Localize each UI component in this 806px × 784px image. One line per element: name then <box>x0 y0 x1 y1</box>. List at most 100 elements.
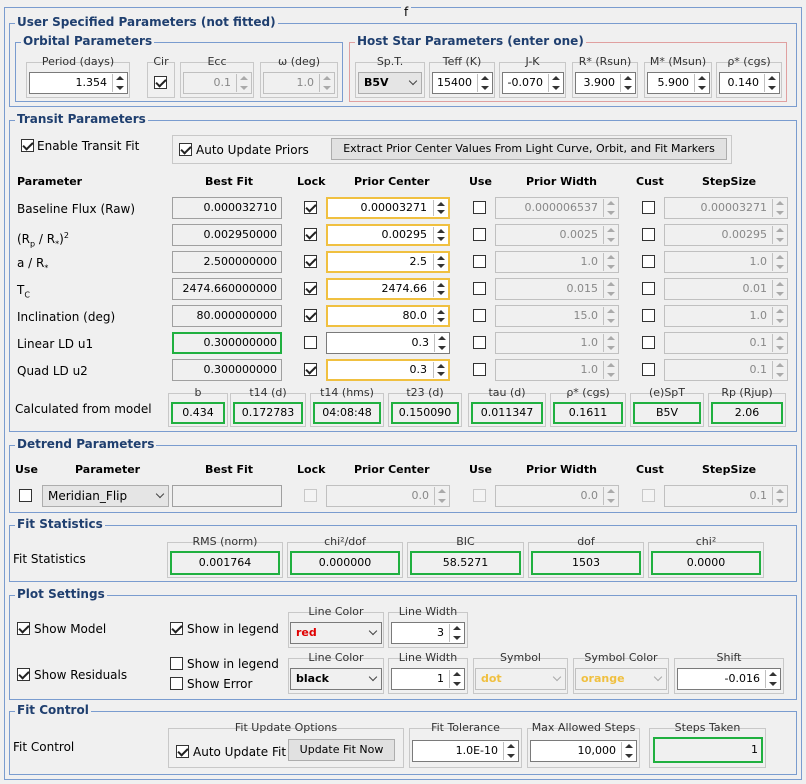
teff-spinner[interactable] <box>477 74 491 92</box>
ecc-spinner[interactable] <box>236 74 250 92</box>
prior-width-input[interactable]: 1.0 <box>495 359 619 381</box>
period-input[interactable]: 1.354 <box>29 72 128 94</box>
shift-input[interactable]: -0.016 <box>677 668 781 690</box>
residual-legend-checkbox[interactable] <box>170 657 183 670</box>
symbol-select[interactable]: dot <box>475 668 566 690</box>
show-model-checkbox[interactable] <box>17 622 30 635</box>
cust-checkbox[interactable] <box>642 336 655 349</box>
detrend-cust-checkbox[interactable] <box>642 489 655 502</box>
prior-width-spinner[interactable] <box>603 280 617 298</box>
detrend-width-spinner[interactable] <box>603 487 617 505</box>
prior-center-input[interactable]: 80.0 <box>326 305 450 327</box>
prior-center-input[interactable]: 0.00295 <box>326 224 450 246</box>
stepsize-input[interactable]: 0.00003271 <box>664 197 788 219</box>
stepsize-spinner[interactable] <box>772 361 786 379</box>
prior-width-spinner[interactable] <box>603 307 617 325</box>
prior-width-spinner[interactable] <box>603 253 617 271</box>
prior-width-input[interactable]: 15.0 <box>495 305 619 327</box>
detrend-param-select[interactable]: Meridian_Flip <box>42 485 169 507</box>
prior-width-input[interactable]: 0.000006537 <box>495 197 619 219</box>
prior-width-spinner[interactable] <box>603 361 617 379</box>
jk-input[interactable]: -0.070 <box>502 72 564 94</box>
stepsize-input[interactable]: 0.01 <box>664 278 788 300</box>
prior-width-spinner[interactable] <box>603 199 617 217</box>
use-checkbox[interactable] <box>473 255 486 268</box>
lock-checkbox[interactable] <box>304 255 317 268</box>
omega-spinner[interactable] <box>319 74 333 92</box>
show-error-checkbox[interactable] <box>170 677 183 690</box>
use-checkbox[interactable] <box>473 336 486 349</box>
use-checkbox[interactable] <box>473 201 486 214</box>
max-steps-spinner[interactable] <box>621 742 635 760</box>
prior-center-spinner[interactable] <box>433 281 447 297</box>
cust-checkbox[interactable] <box>642 201 655 214</box>
use-checkbox[interactable] <box>473 282 486 295</box>
prior-center-input[interactable]: 0.3 <box>326 332 450 354</box>
detrend-lock-checkbox[interactable] <box>304 489 317 502</box>
detrend-prior-width-input[interactable]: 0.0 <box>495 485 619 507</box>
prior-width-input[interactable]: 1.0 <box>495 332 619 354</box>
teff-input[interactable]: 15400 <box>432 72 493 94</box>
prior-center-spinner[interactable] <box>433 227 447 243</box>
max-steps-input[interactable]: 10,000 <box>530 740 637 762</box>
lock-checkbox[interactable] <box>304 309 317 322</box>
rho-spinner[interactable] <box>764 74 778 92</box>
omega-input[interactable]: 1.0 <box>263 72 335 94</box>
resid-line-color-select[interactable]: black <box>290 668 382 690</box>
detrend-use-checkbox[interactable] <box>19 489 32 502</box>
lock-checkbox[interactable] <box>304 201 317 214</box>
rho-input[interactable]: 0.140 <box>719 72 780 94</box>
prior-center-input[interactable]: 2474.66 <box>326 278 450 300</box>
prior-width-input[interactable]: 0.0025 <box>495 224 619 246</box>
ecc-input[interactable]: 0.1 <box>183 72 252 94</box>
detrend-stepsize-input[interactable]: 0.1 <box>664 485 788 507</box>
resid-line-width-input[interactable]: 1 <box>391 668 465 690</box>
model-line-width-input[interactable]: 3 <box>391 622 465 644</box>
prior-center-spinner[interactable] <box>433 362 447 378</box>
jk-spinner[interactable] <box>548 74 562 92</box>
stepsize-spinner[interactable] <box>772 280 786 298</box>
prior-width-spinner[interactable] <box>603 226 617 244</box>
rstar-input[interactable]: 3.900 <box>575 72 636 94</box>
stepsize-input[interactable]: 1.0 <box>664 251 788 273</box>
prior-width-input[interactable]: 0.015 <box>495 278 619 300</box>
use-checkbox[interactable] <box>473 228 486 241</box>
prior-center-input[interactable]: 2.5 <box>326 251 450 273</box>
use-checkbox[interactable] <box>473 309 486 322</box>
prior-center-input[interactable]: 0.00003271 <box>326 197 450 219</box>
detrend-prior-center-input[interactable]: 0.0 <box>326 485 450 507</box>
enable-transit-checkbox[interactable] <box>21 139 34 152</box>
stepsize-input[interactable]: 1.0 <box>664 305 788 327</box>
stepsize-input[interactable]: 0.1 <box>664 359 788 381</box>
prior-center-spinner[interactable] <box>434 334 448 352</box>
prior-center-spinner[interactable] <box>433 308 447 324</box>
detrend-prior-spinner[interactable] <box>434 487 448 505</box>
prior-center-input[interactable]: 0.3 <box>326 359 450 381</box>
rstar-spinner[interactable] <box>620 74 634 92</box>
prior-center-spinner[interactable] <box>433 254 447 270</box>
cust-checkbox[interactable] <box>642 309 655 322</box>
stepsize-input[interactable]: 0.1 <box>664 332 788 354</box>
cust-checkbox[interactable] <box>642 282 655 295</box>
detrend-step-spinner[interactable] <box>772 487 786 505</box>
stepsize-spinner[interactable] <box>772 226 786 244</box>
lock-checkbox[interactable] <box>304 363 317 376</box>
use-checkbox[interactable] <box>473 363 486 376</box>
lock-checkbox[interactable] <box>304 228 317 241</box>
model-width-spinner[interactable] <box>449 624 463 642</box>
lock-checkbox[interactable] <box>304 282 317 295</box>
auto-update-priors-checkbox[interactable] <box>179 143 192 156</box>
prior-width-spinner[interactable] <box>603 334 617 352</box>
cust-checkbox[interactable] <box>642 363 655 376</box>
period-spinner[interactable] <box>112 74 126 92</box>
cust-checkbox[interactable] <box>642 255 655 268</box>
model-legend-checkbox[interactable] <box>170 622 183 635</box>
cir-checkbox[interactable] <box>154 76 167 89</box>
stepsize-spinner[interactable] <box>772 253 786 271</box>
spt-select[interactable]: B5V <box>358 72 422 94</box>
stepsize-input[interactable]: 0.00295 <box>664 224 788 246</box>
model-line-color-select[interactable]: red <box>290 622 382 644</box>
stepsize-spinner[interactable] <box>772 199 786 217</box>
prior-center-spinner[interactable] <box>433 200 447 216</box>
symbol-color-select[interactable]: orange <box>575 668 667 690</box>
